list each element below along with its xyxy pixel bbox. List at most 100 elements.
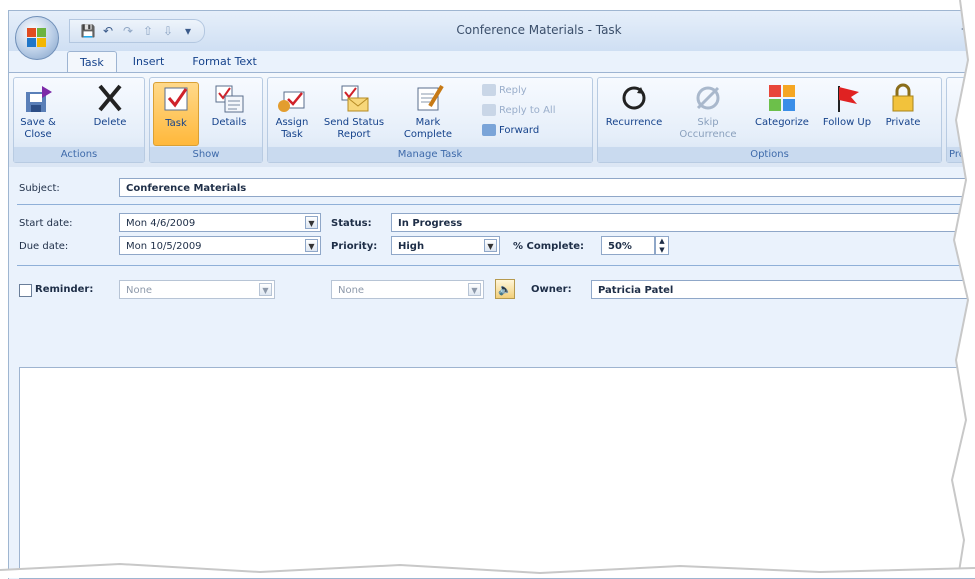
delete-label: Delete (93, 117, 127, 128)
send-status-report-label: Send Status Report (323, 117, 385, 140)
group-show: Task Details Show (149, 77, 263, 163)
reply-button[interactable]: Reply (482, 84, 527, 96)
window-title: Conference Materials - Task (456, 23, 622, 37)
chevron-down-icon[interactable]: ▼ (484, 239, 497, 252)
save-close-button[interactable]: Save & Close (18, 82, 58, 141)
ribbon-tabs: Task Insert Format Text (67, 51, 269, 73)
recurrence-label: Recurrence (605, 117, 663, 128)
percent-complete-label: % Complete: (513, 241, 585, 252)
reminder-label: Reminder: (35, 284, 94, 295)
save-close-icon (22, 82, 54, 114)
redo-icon[interactable]: ↷ (120, 23, 136, 39)
group-label-show: Show (150, 147, 262, 162)
forward-label: Forward (499, 124, 540, 136)
subject-label: Subject: (19, 183, 60, 194)
percent-spinner[interactable]: ▲ ▼ (655, 236, 669, 255)
priority-value: High (398, 241, 425, 252)
skip-occurrence-icon (692, 82, 724, 114)
categorize-icon (766, 82, 798, 114)
task-form: Subject: Conference Materials Start date… (9, 167, 975, 367)
mark-complete-label: Mark Complete (403, 117, 453, 140)
office-button[interactable] (15, 16, 59, 60)
task-window: 💾 ↶ ↷ ⇧ ⇩ ▾ Conference Materials - Task … (8, 10, 975, 579)
reminder-date-value: None (126, 285, 153, 296)
skip-occurrence-button[interactable]: Skip Occurrence (676, 82, 740, 141)
next-item-icon[interactable]: ⇩ (160, 23, 176, 39)
follow-up-button[interactable]: Follow Up (822, 82, 872, 129)
group-manage-task: Assign Task Send Status Report Mark Comp… (267, 77, 593, 163)
skip-occurrence-label: Skip Occurrence (679, 117, 737, 140)
mark-complete-button[interactable]: Mark Complete (398, 82, 458, 141)
group-options: Recurrence Skip Occurrence Categorize Fo… (597, 77, 942, 163)
reply-icon (482, 84, 496, 96)
task-checkbox-icon (160, 83, 192, 115)
chevron-down-icon[interactable]: ▼ (305, 216, 318, 229)
torn-edge-bottom (0, 562, 975, 578)
group-actions: Save & Close Delete Actions (13, 77, 145, 163)
task-body-editor[interactable] (19, 367, 975, 579)
save-icon[interactable]: 💾 (80, 23, 96, 39)
details-icon (213, 82, 245, 114)
undo-icon[interactable]: ↶ (100, 23, 116, 39)
start-date-label: Start date: (19, 218, 73, 229)
reminder-date-select[interactable]: None ▼ (119, 280, 275, 299)
reply-label: Reply (499, 84, 527, 96)
reminder-time-select[interactable]: None ▼ (331, 280, 484, 299)
follow-up-label: Follow Up (822, 117, 872, 128)
recurrence-button[interactable]: Recurrence (600, 82, 668, 129)
ribbon: Save & Close Delete Actions Task Details… (9, 72, 975, 168)
due-date-value: Mon 10/5/2009 (126, 241, 202, 252)
start-date-value: Mon 4/6/2009 (126, 218, 196, 229)
chevron-down-icon[interactable]: ▼ (468, 283, 481, 296)
delete-icon (94, 82, 126, 114)
subject-input[interactable]: Conference Materials (119, 178, 975, 197)
percent-complete-input[interactable]: 50% (601, 236, 655, 255)
previous-item-icon[interactable]: ⇧ (140, 23, 156, 39)
save-close-label: Save & Close (20, 117, 56, 140)
due-date-field[interactable]: Mon 10/5/2009 ▼ (119, 236, 321, 255)
divider (17, 204, 975, 205)
reply-to-all-label: Reply to All (499, 104, 556, 116)
forward-button[interactable]: Forward (482, 124, 539, 136)
due-date-label: Due date: (19, 241, 69, 252)
assign-task-button[interactable]: Assign Task (272, 82, 312, 141)
owner-label: Owner: (531, 284, 572, 295)
details-label: Details (211, 117, 247, 128)
torn-edge-right (950, 0, 975, 578)
group-label-manage-task: Manage Task (268, 147, 592, 162)
tab-format-text[interactable]: Format Text (180, 51, 269, 73)
tab-task[interactable]: Task (67, 51, 117, 73)
reply-to-all-button[interactable]: Reply to All (482, 104, 556, 116)
group-label-options: Options (598, 147, 941, 162)
details-button[interactable]: Details (206, 82, 252, 129)
assign-task-icon (276, 82, 308, 114)
tab-insert[interactable]: Insert (121, 51, 177, 73)
chevron-down-icon[interactable]: ▼ (305, 239, 318, 252)
send-status-report-button[interactable]: Send Status Report (320, 82, 388, 141)
reply-all-icon (482, 104, 496, 116)
divider (17, 265, 975, 266)
owner-field: Patricia Patel (591, 280, 975, 299)
categorize-button[interactable]: Categorize (748, 82, 816, 129)
private-button[interactable]: Private (880, 82, 926, 129)
start-date-field[interactable]: Mon 4/6/2009 ▼ (119, 213, 321, 232)
customize-toolbar-icon[interactable]: ▾ (180, 23, 196, 39)
priority-select[interactable]: High ▼ (391, 236, 500, 255)
reminder-checkbox[interactable] (19, 284, 32, 297)
forward-icon (482, 124, 496, 136)
categorize-label: Categorize (755, 117, 809, 128)
send-status-report-icon (338, 82, 370, 114)
task-view-label: Task (165, 118, 187, 129)
priority-label: Priority: (331, 241, 378, 252)
delete-button[interactable]: Delete (88, 82, 132, 129)
quick-access-toolbar: 💾 ↶ ↷ ⇧ ⇩ ▾ (69, 19, 205, 43)
red-flag-icon (831, 82, 863, 114)
lock-icon (887, 82, 919, 114)
task-view-button[interactable]: Task (153, 82, 199, 146)
speaker-icon[interactable]: 🔈 (495, 279, 515, 299)
status-select[interactable]: In Progress (391, 213, 975, 232)
status-label: Status: (331, 218, 372, 229)
title-bar: 💾 ↶ ↷ ⇧ ⇩ ▾ Conference Materials - Task … (9, 11, 975, 51)
mark-complete-icon (412, 82, 444, 114)
chevron-down-icon[interactable]: ▼ (259, 283, 272, 296)
